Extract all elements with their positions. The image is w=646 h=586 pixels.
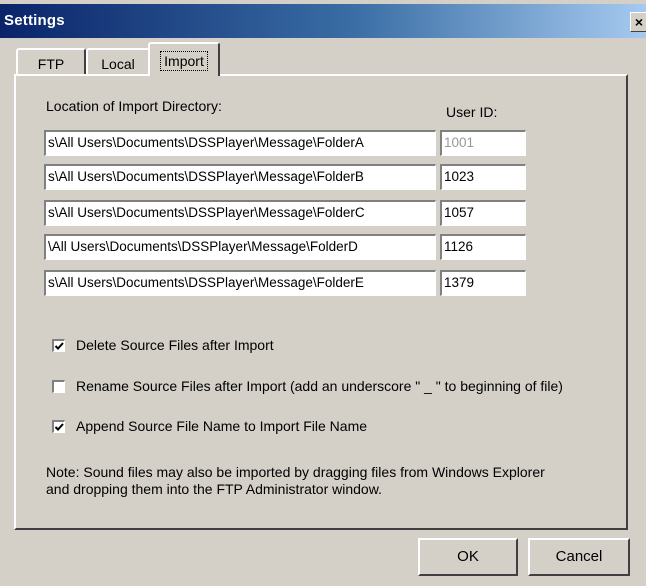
ok-button[interactable]: OK: [418, 538, 518, 576]
cancel-button[interactable]: Cancel: [528, 538, 630, 576]
user-id-label: User ID:: [446, 104, 498, 120]
import-note-line-1: Note: Sound files may also be imported b…: [46, 464, 545, 480]
tab-import[interactable]: Import: [148, 42, 220, 76]
cancel-button-label: Cancel: [555, 548, 603, 565]
import-path-field-d[interactable]: \All Users\Documents\DSSPlayer\Message\F…: [44, 234, 436, 260]
append-filename-label: Append Source File Name to Import File N…: [76, 418, 368, 434]
checkmark-icon: [54, 423, 64, 431]
tab-local-label: Local: [101, 56, 135, 72]
tab-local[interactable]: Local: [86, 48, 150, 76]
delete-source-label: Delete Source Files after Import: [76, 337, 274, 353]
import-path-field-a[interactable]: s\All Users\Documents\DSSPlayer\Message\…: [44, 130, 436, 156]
delete-source-checkbox[interactable]: [52, 339, 65, 352]
checkmark-icon: [54, 342, 64, 350]
user-id-field-c[interactable]: 1057: [440, 200, 526, 226]
user-id-field-b[interactable]: 1023: [440, 164, 526, 190]
import-directory-label: Location of Import Directory:: [46, 98, 222, 114]
append-filename-checkbox[interactable]: [52, 420, 65, 433]
import-note: Note: Sound files may also be imported b…: [46, 464, 545, 498]
tab-import-label: Import: [160, 51, 208, 71]
user-id-field-e[interactable]: 1379: [440, 270, 526, 296]
import-note-line-2: and dropping them into the FTP Administr…: [46, 481, 382, 497]
import-tab-panel: Location of Import Directory: User ID: s…: [14, 74, 628, 530]
settings-dialog: Settings × FTP Local Import Location of …: [0, 0, 646, 586]
user-id-field-a: 1001: [440, 130, 526, 156]
tab-ftp[interactable]: FTP: [16, 48, 86, 76]
import-path-field-e[interactable]: s\All Users\Documents\DSSPlayer\Message\…: [44, 270, 436, 296]
tab-ftp-label: FTP: [37, 56, 65, 72]
user-id-field-d[interactable]: 1126: [440, 234, 526, 260]
rename-source-label: Rename Source Files after Import (add an…: [76, 378, 563, 394]
window-title: Settings: [4, 12, 65, 29]
import-path-field-c[interactable]: s\All Users\Documents\DSSPlayer\Message\…: [44, 200, 436, 226]
close-button[interactable]: ×: [630, 12, 646, 32]
close-icon: ×: [634, 14, 644, 30]
ok-button-label: OK: [457, 548, 479, 565]
import-path-field-b[interactable]: s\All Users\Documents\DSSPlayer\Message\…: [44, 164, 436, 190]
title-bar[interactable]: Settings ×: [0, 4, 646, 38]
rename-source-checkbox[interactable]: [52, 380, 65, 393]
